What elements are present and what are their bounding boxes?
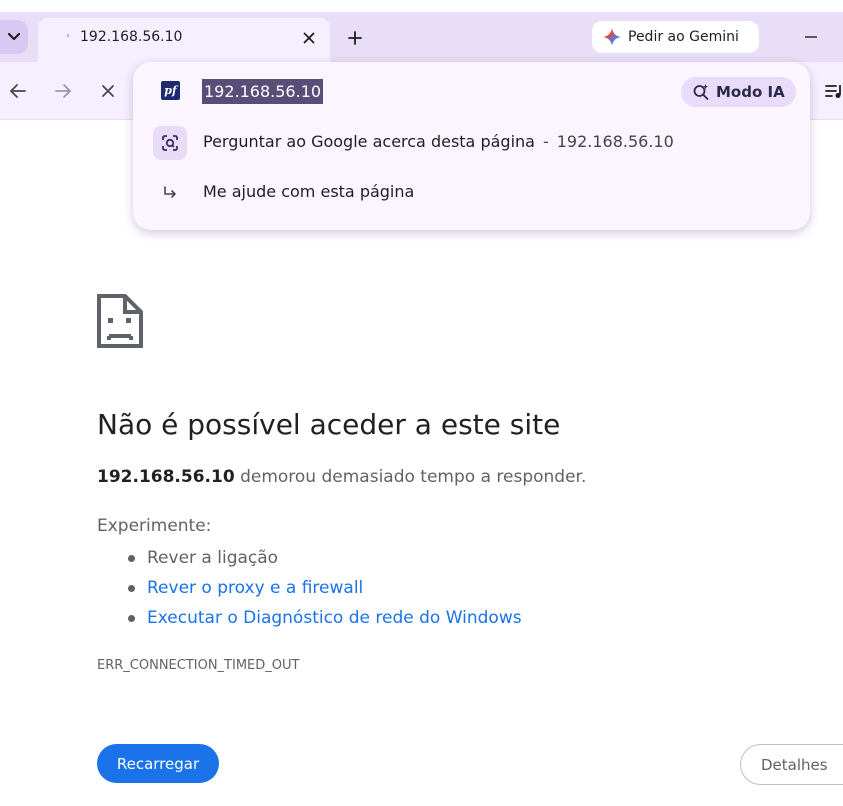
suggestion-check-connection: Rever a ligação	[123, 545, 522, 575]
window-top-edge	[0, 0, 843, 12]
close-icon	[303, 32, 315, 44]
gemini-button-label: Pedir ao Gemini	[628, 29, 739, 45]
suggestion-run-diagnostics-link[interactable]: Executar o Diagnóstico de rede do Window…	[123, 605, 522, 635]
tab-title: 192.168.56.10	[80, 29, 183, 45]
suggestion-ask-google-text: Perguntar ao Google acerca desta página -…	[203, 132, 674, 151]
suggestion-check-proxy-link[interactable]: Rever o proxy e a firewall	[123, 575, 522, 605]
new-tab-button[interactable]	[342, 25, 368, 51]
arrow-return-icon	[164, 186, 176, 198]
forward-button[interactable]	[50, 78, 76, 104]
address-input[interactable]: 192.168.56.10	[202, 79, 324, 104]
sad-page-icon	[97, 294, 143, 348]
reload-button[interactable]: Recarregar	[97, 744, 219, 783]
google-lens-icon-box	[153, 126, 187, 160]
ai-search-icon	[693, 84, 709, 100]
try-label: Experimente:	[97, 516, 212, 536]
error-host: 192.168.56.10	[97, 467, 235, 487]
error-code: ERR_CONNECTION_TIMED_OUT	[97, 658, 300, 673]
loading-dot-icon: ˈ	[66, 31, 70, 45]
minimize-icon	[805, 36, 817, 38]
active-tab[interactable]: ˈ 192.168.56.10	[38, 18, 330, 62]
playlist-icon	[825, 85, 841, 98]
suggestion-separator: -	[542, 132, 549, 151]
suggestion-help-page-text: Me ajude com esta página	[203, 182, 415, 201]
tab-close-button[interactable]	[300, 29, 318, 47]
tab-strip: ˈ 192.168.56.10 Pedir ao Gemini	[0, 0, 843, 62]
reading-list-button[interactable]	[822, 80, 843, 102]
google-lens-icon	[162, 135, 178, 151]
details-button[interactable]: Detalhes	[740, 744, 843, 785]
error-description-text: demorou demasiado tempo a responder.	[234, 467, 587, 487]
arrow-right-icon	[55, 84, 71, 98]
error-description: 192.168.56.10 demorou demasiado tempo a …	[97, 467, 586, 487]
arrow-left-icon	[10, 84, 26, 98]
arrow-return-icon-box	[153, 176, 187, 210]
ai-mode-label: Modo IA	[716, 83, 785, 101]
omnibox-dropdown: pf 192.168.56.10 Modo IA Perguntar ao Go…	[133, 62, 810, 230]
close-icon	[102, 85, 114, 97]
suggestions-list: Rever a ligação Rever o proxy e a firewa…	[123, 545, 522, 635]
tab-search-button[interactable]	[0, 20, 28, 54]
stop-loading-button[interactable]	[95, 78, 121, 104]
site-favicon: pf	[161, 81, 180, 100]
error-title: Não é possível aceder a este site	[97, 408, 561, 441]
gemini-sparkle-icon	[603, 28, 621, 46]
minimize-button[interactable]	[798, 26, 824, 48]
plus-icon	[348, 31, 362, 45]
omnibox-suggestion-ask-google[interactable]: Perguntar ao Google acerca desta página -…	[133, 118, 810, 168]
gemini-button[interactable]: Pedir ao Gemini	[592, 21, 759, 53]
suggestion-url: 192.168.56.10	[556, 132, 674, 151]
back-button[interactable]	[5, 78, 31, 104]
ai-mode-button[interactable]: Modo IA	[681, 77, 796, 107]
suggestion-label: Perguntar ao Google acerca desta página	[203, 132, 535, 151]
chevron-down-icon	[7, 32, 21, 41]
omnibox-suggestion-help-page[interactable]: Me ajude com esta página	[133, 168, 810, 218]
